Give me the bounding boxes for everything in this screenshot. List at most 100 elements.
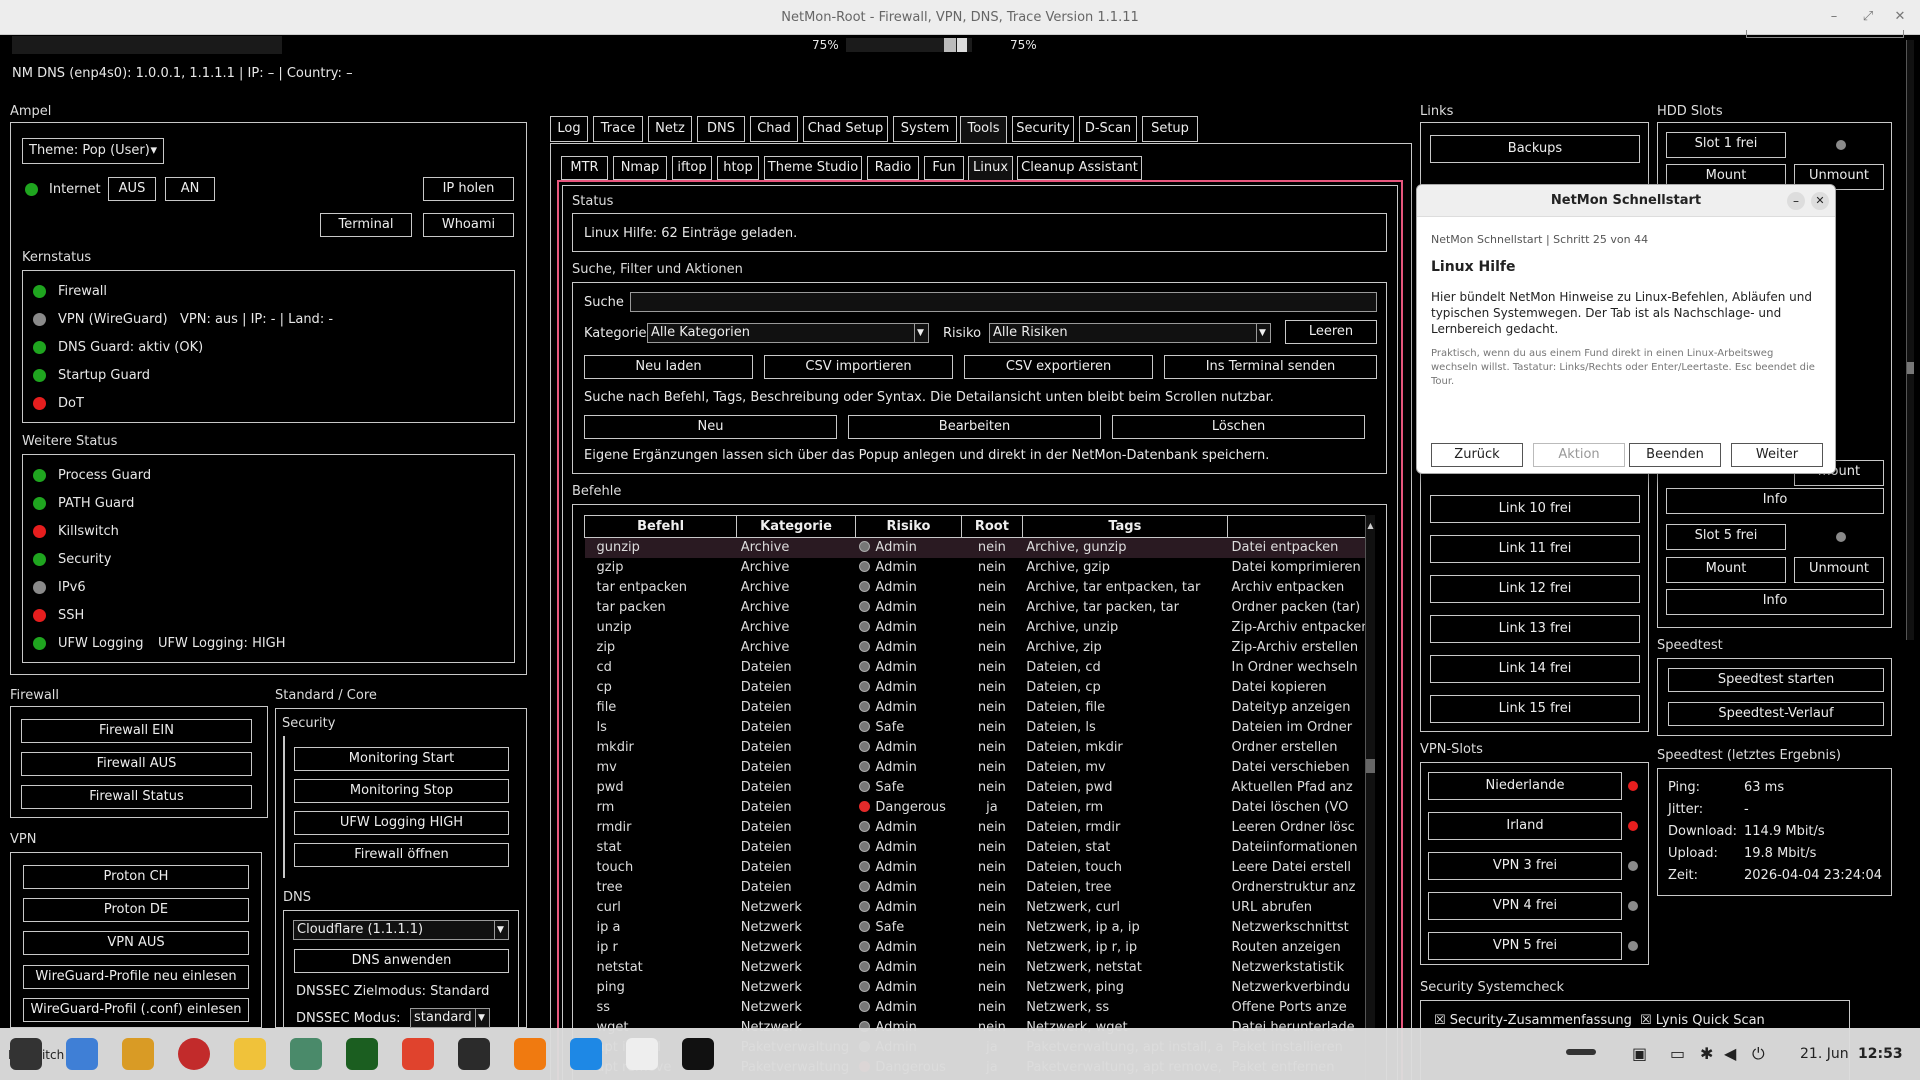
hdd-slot1-button[interactable]: Slot 1 frei	[1666, 132, 1786, 158]
tab-chad-setup[interactable]: Chad Setup	[803, 116, 888, 142]
dialog-beenden-button[interactable]: Beenden	[1629, 443, 1721, 467]
terminal-icon[interactable]	[458, 1038, 490, 1070]
monitoring-start-button[interactable]: Monitoring Start	[294, 747, 509, 771]
tab-netz[interactable]: Netz	[648, 116, 692, 142]
firewall-ein-button[interactable]: Firewall EIN	[21, 719, 252, 743]
link-backups-button[interactable]: Backups	[1430, 135, 1640, 163]
hdd-slot5-unmount-button[interactable]: Unmount	[1794, 557, 1884, 583]
terminal-send-button[interactable]: Ins Terminal senden	[1164, 355, 1377, 379]
table-row[interactable]: gunzip Archive Admin nein Archive, gunzip Dat…	[584, 537, 1374, 558]
table-row[interactable]: tar packen Archive Admin nein Archive, tar p…	[585, 598, 1374, 618]
table-scrollbar[interactable]: ▲	[1365, 515, 1375, 1080]
dnssec-mode-select[interactable]: standard ▼	[410, 1008, 490, 1028]
neu-button[interactable]: Neu	[584, 415, 837, 439]
vpnslot-4-button[interactable]: VPN 4 frei	[1428, 892, 1622, 920]
hdd-slot5-mount-button[interactable]: Mount	[1666, 557, 1786, 583]
tab-log[interactable]: Log	[550, 116, 588, 142]
vpnslot-irland-button[interactable]: Irland	[1428, 812, 1622, 840]
terminal-button[interactable]: Terminal	[320, 213, 412, 237]
firewall-status-button[interactable]: Firewall Status	[21, 785, 252, 809]
vpn-aus-button[interactable]: VPN AUS	[23, 931, 249, 955]
files-icon[interactable]	[122, 1038, 154, 1070]
subtab-htop[interactable]: htop	[717, 156, 759, 180]
tab-system[interactable]: System	[893, 116, 957, 142]
dialog-weiter-button[interactable]: Weiter	[1731, 443, 1823, 467]
hdd-slot5-info-button[interactable]: Info	[1666, 589, 1884, 615]
table-row[interactable]: curl Netzwerk Admin nein Netzwerk, curl URL a…	[585, 898, 1374, 918]
hdd-slot5-button[interactable]: Slot 5 frei	[1666, 524, 1786, 550]
bearbeiten-button[interactable]: Bearbeiten	[848, 415, 1101, 439]
table-row[interactable]: mkdir Dateien Admin nein Dateien, mkdir Ordne…	[585, 738, 1374, 758]
scroll-up-icon[interactable]: ▲	[1366, 521, 1375, 530]
minimize-icon[interactable]: –	[1826, 9, 1842, 25]
firewall-app-icon[interactable]	[178, 1038, 210, 1070]
column-header[interactable]	[1227, 515, 1374, 538]
vlc-icon[interactable]	[514, 1038, 546, 1070]
subtab-theme-studio[interactable]: Theme Studio	[764, 156, 862, 180]
store-icon[interactable]	[66, 1038, 98, 1070]
table-row[interactable]: cd Dateien Admin nein Dateien, cd In Ordner w…	[585, 658, 1374, 678]
table-row[interactable]: ls Dateien Safe nein Dateien, ls Dateien im O…	[585, 718, 1374, 738]
link-14-button[interactable]: Link 14 frei	[1430, 655, 1640, 683]
subtab-iftop[interactable]: iftop	[672, 156, 712, 180]
syscheck-lynis[interactable]: ☒ Lynis Quick Scan	[1640, 1013, 1765, 1028]
maximize-icon[interactable]: ⤢	[1860, 9, 1876, 25]
theme-select[interactable]: Theme: Pop (User) ▾	[22, 138, 164, 164]
table-row[interactable]: gzip Archive Admin nein Archive, gzip Datei k…	[585, 558, 1374, 578]
vpnslot-5-button[interactable]: VPN 5 frei	[1428, 932, 1622, 960]
table-scrollbar-thumb[interactable]	[1366, 759, 1375, 773]
whoami-button[interactable]: Whoami	[423, 213, 514, 237]
subtab-radio[interactable]: Radio	[867, 156, 919, 180]
dns-anwenden-button[interactable]: DNS anwenden	[294, 949, 509, 973]
speedtest-start-button[interactable]: Speedtest starten	[1668, 668, 1884, 692]
subtab-mtr[interactable]: MTR	[561, 156, 608, 180]
table-row[interactable]: ip r Netzwerk Admin nein Netzwerk, ip r, ip R…	[585, 938, 1374, 958]
column-header[interactable]: Befehl	[584, 515, 738, 538]
subtab-fun[interactable]: Fun	[924, 156, 964, 180]
tray-power-icon[interactable]: ⏻	[1752, 1044, 1765, 1064]
netmon-app-icon[interactable]	[682, 1038, 714, 1070]
notes-icon[interactable]	[234, 1038, 266, 1070]
column-header[interactable]: Tags	[1021, 515, 1229, 538]
vscode-icon[interactable]	[570, 1038, 602, 1070]
vpnslot-3-button[interactable]: VPN 3 frei	[1428, 852, 1622, 880]
leeren-button[interactable]: Leeren	[1285, 320, 1377, 344]
tab-trace[interactable]: Trace	[593, 116, 643, 142]
link-15-button[interactable]: Link 15 frei	[1430, 695, 1640, 723]
monitoring-stop-button[interactable]: Monitoring Stop	[294, 779, 509, 803]
brave-browser-icon[interactable]	[402, 1038, 434, 1070]
table-row[interactable]: ip a Netzwerk Safe nein Netzwerk, ip a, ip Ne…	[585, 918, 1374, 938]
table-row[interactable]: pwd Dateien Safe nein Dateien, pwd Aktuellen …	[585, 778, 1374, 798]
table-row[interactable]: mv Dateien Admin nein Dateien, mv Datei versc…	[585, 758, 1374, 778]
link-13-button[interactable]: Link 13 frei	[1430, 615, 1640, 643]
link-12-button[interactable]: Link 12 frei	[1430, 575, 1640, 603]
wireguard-conf-button[interactable]: WireGuard-Profil (.conf) einlesen	[23, 998, 249, 1022]
tray-display-icon[interactable]: ▭	[1670, 1044, 1685, 1063]
table-row[interactable]: unzip Archive Admin nein Archive, unzip Zip-A…	[585, 618, 1374, 638]
table-row[interactable]: tree Dateien Admin nein Dateien, tree Ordners…	[585, 878, 1374, 898]
table-row[interactable]: rm Dateien Dangerous ja Dateien, rm Datei lös…	[585, 798, 1374, 818]
tab-tools[interactable]: Tools	[960, 116, 1007, 144]
vpnslot-niederlande-button[interactable]: Niederlande	[1428, 772, 1622, 800]
table-row[interactable]: zip Archive Admin nein Archive, zip Zip-Archi…	[585, 638, 1374, 658]
tab-dns[interactable]: DNS	[697, 116, 745, 142]
manager-icon[interactable]	[290, 1038, 322, 1070]
firewall-oeffnen-button[interactable]: Firewall öffnen	[294, 843, 509, 867]
monitor-icon[interactable]	[346, 1038, 378, 1070]
table-row[interactable]: netstat Netzwerk Admin nein Netzwerk, netsta…	[585, 958, 1374, 978]
table-row[interactable]: rmdir Dateien Admin nein Dateien, rmdir Leere…	[585, 818, 1374, 838]
dialog-minimize-icon[interactable]: –	[1787, 192, 1805, 210]
column-header[interactable]: Root	[961, 515, 1023, 538]
close-icon[interactable]: ✕	[1892, 9, 1908, 25]
syscheck-summary[interactable]: ☒ Security-Zusammenfassung	[1434, 1013, 1632, 1028]
risiko-select[interactable]: Alle Risiken ▼	[989, 323, 1271, 343]
table-row[interactable]: touch Dateien Admin nein Dateien, touch Leere…	[585, 858, 1374, 878]
column-header[interactable]: Risiko	[854, 515, 963, 538]
befehle-table[interactable]: Befehl Kategorie Risiko Root Tags gunzip Arch…	[584, 515, 1374, 1080]
table-row[interactable]: ss Netzwerk Admin nein Netzwerk, ss Offene Po…	[585, 998, 1374, 1018]
subtab-linux[interactable]: Linux	[968, 156, 1013, 182]
tab-d-scan[interactable]: D-Scan	[1079, 116, 1137, 142]
kategorie-select[interactable]: Alle Kategorien ▼	[647, 323, 929, 343]
speedtest-verlauf-button[interactable]: Speedtest-Verlauf	[1668, 702, 1884, 726]
table-row[interactable]: ping Netzwerk Admin nein Netzwerk, ping Netzw…	[585, 978, 1374, 998]
